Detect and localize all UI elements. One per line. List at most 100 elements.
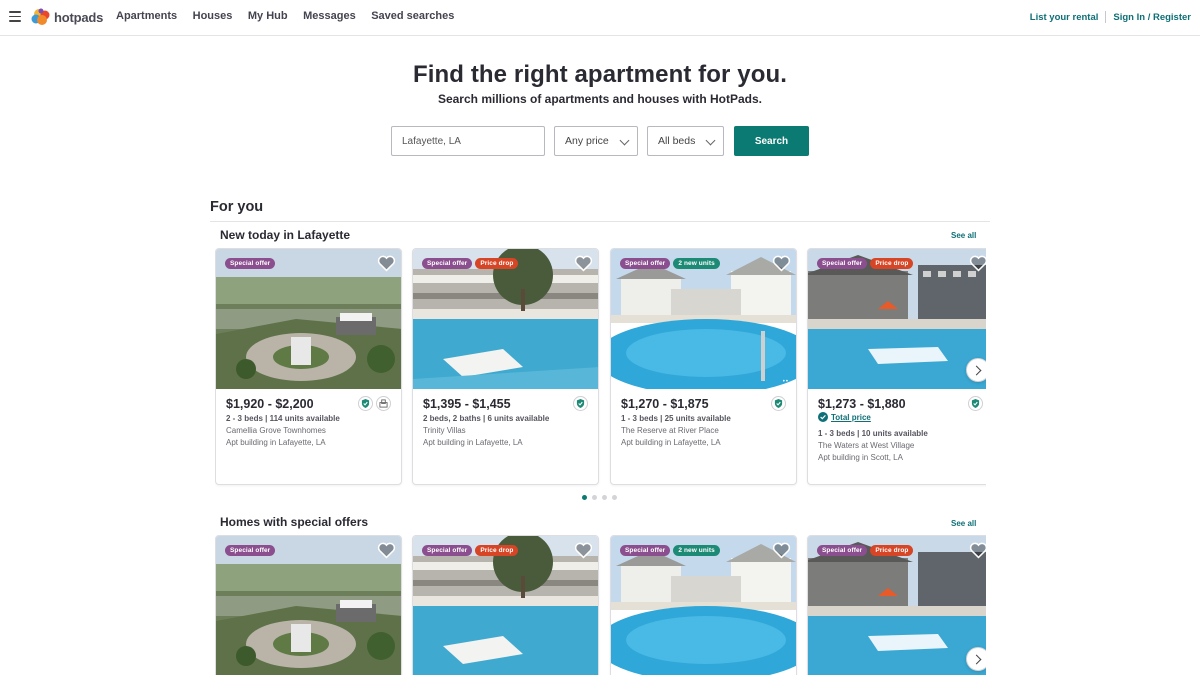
listing-carousel: Special offer $1,920 - $2,200 2 - 3 beds… bbox=[215, 248, 986, 488]
listing-type: Apt building in Lafayette, LA bbox=[621, 438, 721, 447]
listing-name: The Reserve at River Place bbox=[621, 426, 719, 435]
favorite-heart-icon[interactable] bbox=[574, 542, 593, 559]
carousel-next-button[interactable] bbox=[966, 358, 986, 382]
badge-group: Special offer bbox=[225, 545, 278, 556]
special-offer-badge: Special offer bbox=[225, 545, 276, 556]
listing-card[interactable]: Special offer $1,920 - $2,200 2 - 3 beds… bbox=[215, 248, 402, 485]
see-all-link[interactable]: See all bbox=[951, 519, 976, 528]
logo-text: hotpads bbox=[54, 9, 104, 25]
beds-select[interactable]: All beds bbox=[647, 126, 724, 156]
nav-messages[interactable]: Messages bbox=[303, 10, 356, 22]
favorite-heart-icon[interactable] bbox=[969, 542, 986, 559]
new-units-badge: 2 new units bbox=[673, 258, 720, 269]
chevron-right-icon bbox=[971, 365, 982, 375]
more-photos-icon: •• bbox=[782, 379, 789, 385]
section-title: For you bbox=[210, 199, 264, 215]
check-circle-icon bbox=[818, 412, 828, 422]
beds-select-value: All beds bbox=[658, 135, 696, 147]
listing-photo-pool bbox=[611, 536, 796, 675]
price-select[interactable]: Any price bbox=[554, 126, 638, 156]
listing-type: Apt building in Lafayette, LA bbox=[423, 438, 523, 447]
listing-photo-pool bbox=[808, 536, 986, 675]
listing-photo: Special offer Price drop bbox=[413, 249, 598, 389]
listing-photo-aerial bbox=[216, 536, 401, 675]
listing-card[interactable]: Special offer 2 new units bbox=[610, 535, 797, 675]
chevron-right-icon bbox=[971, 654, 982, 664]
price-drop-badge: Price drop bbox=[870, 258, 914, 269]
listing-price: $1,273 - $1,880 bbox=[818, 397, 906, 411]
badge-group: Special offer Price drop bbox=[422, 258, 521, 269]
favorite-heart-icon[interactable] bbox=[772, 542, 791, 559]
list-rental-link[interactable]: List your rental bbox=[1030, 12, 1099, 23]
special-offer-badge: Special offer bbox=[422, 545, 473, 556]
listing-photo: Special offer Price drop bbox=[808, 249, 986, 389]
listing-name: Camellia Grove Townhomes bbox=[226, 426, 326, 435]
verified-shield-icon[interactable] bbox=[573, 396, 588, 411]
listing-card[interactable]: Special offer Price drop bbox=[412, 535, 599, 675]
listing-card[interactable]: Special offer Price drop bbox=[807, 535, 986, 675]
listing-photo: Special offer Price drop bbox=[808, 536, 986, 675]
badge-group: Special offer 2 new units bbox=[620, 545, 723, 556]
search-button[interactable]: Search bbox=[734, 126, 809, 156]
nav-divider bbox=[1105, 11, 1107, 23]
badge-group: Special offer Price drop bbox=[422, 545, 521, 556]
income-restricted-icon[interactable] bbox=[376, 396, 391, 411]
new-units-badge: 2 new units bbox=[673, 545, 720, 556]
favorite-heart-icon[interactable] bbox=[377, 255, 396, 272]
total-price-link[interactable]: Total price bbox=[818, 412, 871, 422]
special-offer-badge: Special offer bbox=[225, 258, 276, 269]
listing-name: Trinity Villas bbox=[423, 426, 466, 435]
listing-price: $1,270 - $1,875 bbox=[621, 397, 709, 411]
verified-shield-icon[interactable] bbox=[771, 396, 786, 411]
favorite-heart-icon[interactable] bbox=[772, 255, 791, 272]
row-title: New today in Lafayette bbox=[220, 228, 351, 242]
hotpads-logo[interactable]: hotpads bbox=[30, 6, 103, 28]
chevron-down-icon bbox=[705, 135, 716, 146]
nav-my-hub[interactable]: My Hub bbox=[248, 10, 288, 22]
price-drop-badge: Price drop bbox=[870, 545, 914, 556]
favorite-heart-icon[interactable] bbox=[377, 542, 396, 559]
listing-photo-aerial bbox=[216, 249, 401, 389]
listing-photo-pool bbox=[413, 249, 598, 389]
badge-group: Special offer Price drop bbox=[817, 258, 916, 269]
sign-in-link[interactable]: Sign In / Register bbox=[1113, 12, 1191, 23]
nav-houses[interactable]: Houses bbox=[193, 10, 233, 22]
row-title: Homes with special offers bbox=[220, 515, 369, 529]
location-search-input[interactable] bbox=[391, 126, 545, 156]
listing-type: Apt building in Scott, LA bbox=[818, 453, 903, 462]
listing-price: $1,920 - $2,200 bbox=[226, 397, 314, 411]
favorite-heart-icon[interactable] bbox=[574, 255, 593, 272]
hero-subtitle: Search millions of apartments and houses… bbox=[437, 92, 763, 106]
see-all-link[interactable]: See all bbox=[951, 231, 976, 240]
nav-saved-searches[interactable]: Saved searches bbox=[371, 10, 454, 22]
pagination-dot[interactable] bbox=[612, 495, 617, 500]
listing-card[interactable]: Special offer Price drop $1,395 - $1,455… bbox=[412, 248, 599, 485]
pagination-dot[interactable] bbox=[592, 495, 597, 500]
listing-card[interactable]: Special offer bbox=[215, 535, 402, 675]
main-nav: Apartments Houses My Hub Messages Saved … bbox=[116, 10, 470, 22]
listing-photo: Special offer 2 new units bbox=[611, 536, 796, 675]
listing-units: 1 - 3 beds | 25 units available bbox=[621, 414, 731, 423]
favorite-heart-icon[interactable] bbox=[969, 255, 986, 272]
price-drop-badge: Price drop bbox=[475, 545, 519, 556]
carousel-pagination bbox=[582, 495, 622, 500]
listing-name: The Waters at West Village bbox=[818, 441, 915, 450]
verified-shield-icon[interactable] bbox=[968, 396, 983, 411]
chevron-down-icon bbox=[619, 135, 630, 146]
listing-type: Apt building in Lafayette, LA bbox=[226, 438, 326, 447]
carousel-next-button[interactable] bbox=[966, 647, 986, 671]
price-select-value: Any price bbox=[565, 135, 609, 147]
pagination-dot[interactable] bbox=[582, 495, 587, 500]
menu-icon[interactable] bbox=[9, 11, 21, 22]
price-drop-badge: Price drop bbox=[475, 258, 519, 269]
special-offer-badge: Special offer bbox=[817, 258, 868, 269]
listing-photo: Special offer bbox=[216, 249, 401, 389]
listing-card[interactable]: Special offer Price drop $1,273 - $1,880… bbox=[807, 248, 986, 485]
listing-units: 2 - 3 beds | 114 units available bbox=[226, 414, 340, 423]
verified-shield-icon[interactable] bbox=[358, 396, 373, 411]
section-divider bbox=[210, 221, 990, 222]
listing-card[interactable]: Special offer 2 new units •• $1,270 - $1… bbox=[610, 248, 797, 485]
special-offer-badge: Special offer bbox=[422, 258, 473, 269]
pagination-dot[interactable] bbox=[602, 495, 607, 500]
nav-apartments[interactable]: Apartments bbox=[116, 10, 177, 22]
